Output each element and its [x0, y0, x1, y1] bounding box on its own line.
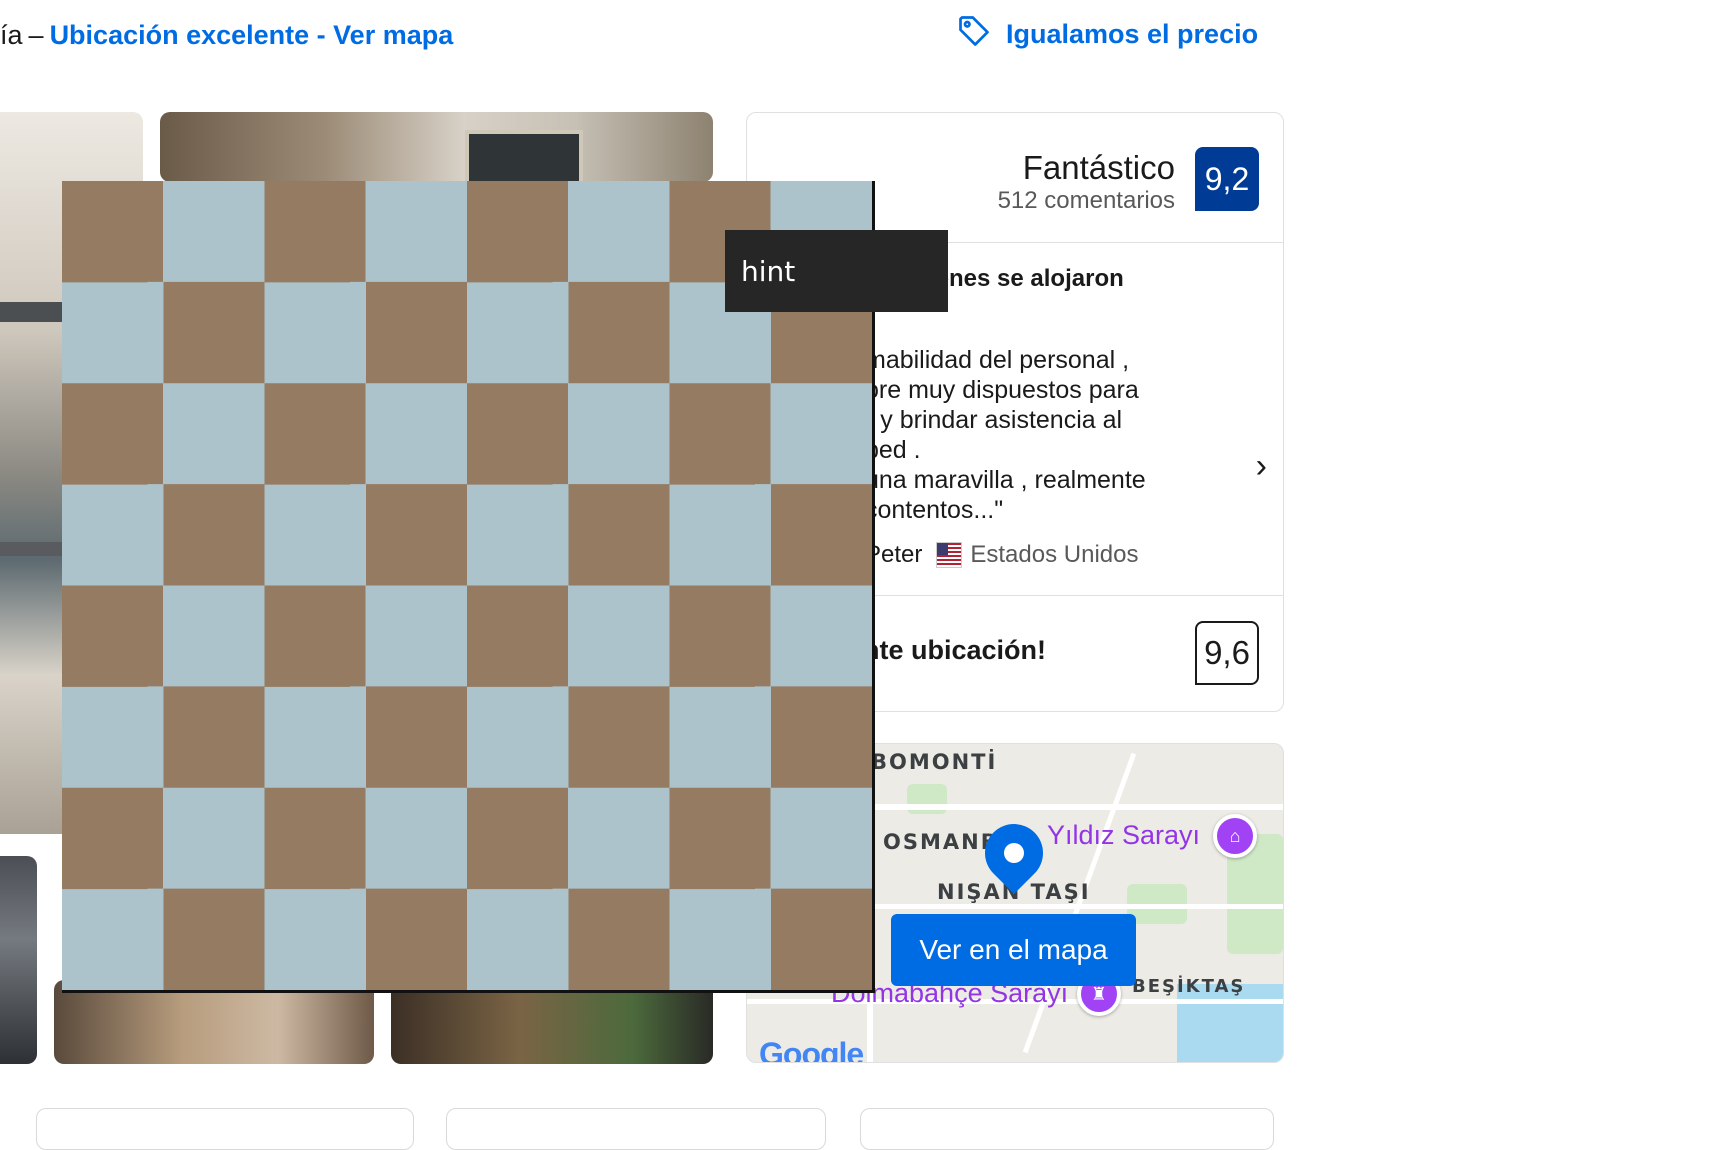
map-label-osmanbey: OSMANB — [883, 830, 999, 854]
view-map-button[interactable]: Ver en el mapa — [891, 914, 1136, 986]
price-match-link[interactable]: Igualamos el precio — [956, 13, 1258, 56]
map-label-besiktas: BEŞİKTAŞ — [1132, 976, 1246, 997]
tag-icon — [956, 13, 992, 56]
reviewer-info: Peter Estados Unidos — [865, 541, 1138, 569]
reviewer-country-label: Estados Unidos — [970, 541, 1139, 568]
us-flag-icon — [936, 542, 963, 568]
google-logo: Google — [759, 1036, 864, 1063]
location-score-label: nte ubicación! — [863, 635, 1047, 665]
location-map-link[interactable]: Ubicación excelente - Ver mapa — [50, 20, 454, 50]
chevron-right-icon[interactable]: › — [1256, 449, 1267, 483]
rating-word: Fantástico — [1022, 149, 1175, 186]
facility-card — [446, 1108, 826, 1150]
quote-line: r y brindar asistencia al — [865, 406, 1123, 434]
address-separator: – — [28, 20, 44, 50]
quote-line: una maravilla , realmente — [865, 466, 1146, 494]
facility-card — [860, 1108, 1274, 1150]
quote-line: contentos..." — [865, 496, 1004, 524]
location-score-badge: 9,6 — [1195, 621, 1259, 685]
map-label-bomonti: BOMONTİ — [871, 750, 998, 774]
review-quote: mabilidad del personal , ore muy dispues… — [865, 345, 1205, 525]
address-tail: ía — [0, 20, 23, 50]
map-poi-yildiz: Yıldız Sarayı — [1047, 820, 1201, 850]
review-count[interactable]: 512 comentarios — [998, 187, 1175, 215]
price-match-label: Igualamos el precio — [1006, 19, 1259, 49]
quote-line: ore muy dispuestos para — [865, 376, 1139, 404]
hotel-address-line: ía – Ubicación excelente - Ver mapa — [0, 20, 453, 51]
quote-line: mabilidad del personal , — [865, 346, 1130, 374]
quote-line: ped . — [865, 436, 921, 464]
score-badge: 9,2 — [1195, 147, 1259, 211]
hint-tooltip: hint — [725, 230, 948, 312]
facility-card — [36, 1108, 414, 1150]
palace-icon: ⌂ — [1213, 814, 1257, 858]
hotel-photo-main[interactable] — [160, 112, 713, 182]
hotel-photo-thumb-1[interactable] — [0, 856, 37, 1064]
reviewer-country: Estados Unidos — [936, 541, 1138, 569]
